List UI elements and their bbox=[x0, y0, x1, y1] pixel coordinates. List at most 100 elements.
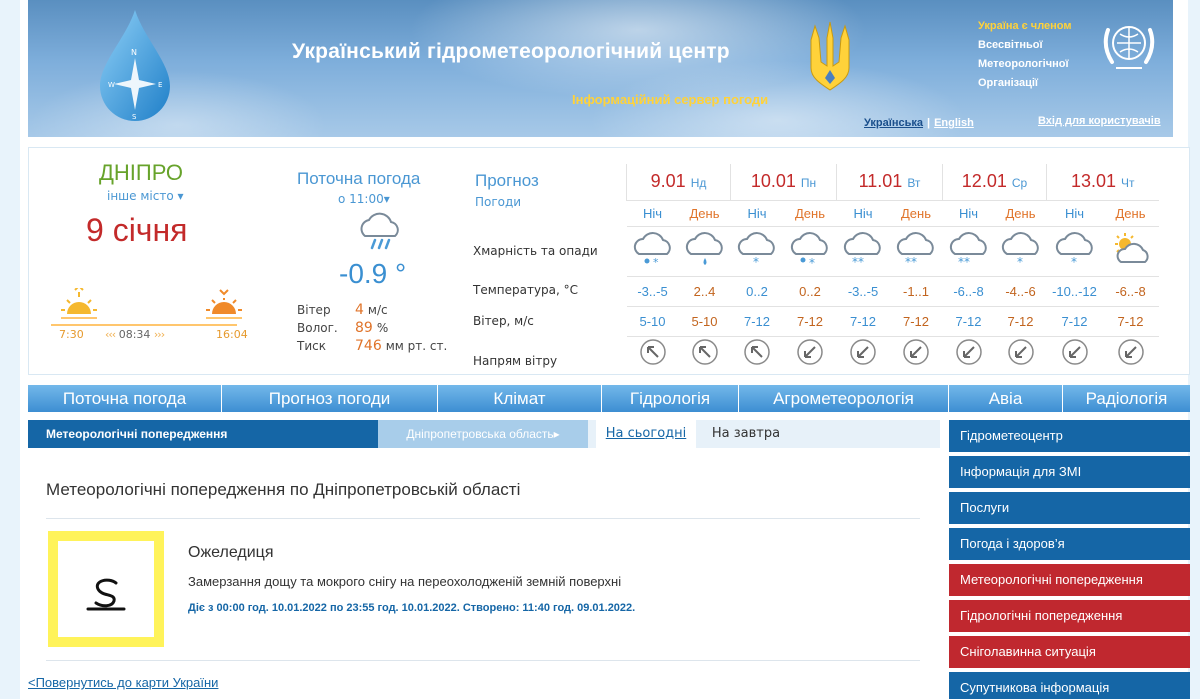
temp-night: -3..-5 bbox=[626, 276, 679, 307]
nav-radiology[interactable]: Радіологія bbox=[1063, 385, 1190, 412]
svg-text:*: * bbox=[653, 256, 659, 268]
side-menu-item-hydro-warnings[interactable]: Гідрологічні попередження bbox=[949, 600, 1190, 632]
svg-text:**: ** bbox=[958, 255, 970, 268]
back-to-map-link[interactable]: <Повернутись до карти України bbox=[28, 675, 218, 690]
sunrise-icon bbox=[61, 288, 97, 319]
day-length: ‹‹‹ 08:34 ››› bbox=[105, 328, 165, 341]
current-weather-title: Поточна погода bbox=[297, 169, 421, 188]
page-frame-left bbox=[0, 0, 20, 699]
nav-forecast[interactable]: Прогноз погоди bbox=[222, 385, 438, 412]
nav-climate[interactable]: Клімат bbox=[438, 385, 602, 412]
side-menu-item-satellite[interactable]: Супутникова інформація bbox=[949, 672, 1190, 699]
tab-meteo-warnings[interactable]: Метеорологічні попередження bbox=[28, 420, 378, 448]
forecast-day-header: 9.01 Нд bbox=[626, 164, 731, 201]
temp-day: -1..1 bbox=[889, 276, 943, 307]
header-banner: N W E S Український гідрометеорологічний… bbox=[28, 0, 1173, 137]
sunset-time: 16:04 bbox=[216, 328, 248, 341]
water-drop-logo-icon[interactable]: N W E S bbox=[96, 8, 174, 124]
weather-panel: ДНІПРО інше місто ▾ 9 січня 7:30 ‹‹‹ 08:… bbox=[28, 147, 1190, 375]
temp-day: -4..-6 bbox=[994, 276, 1047, 307]
wmo-logo-icon[interactable] bbox=[1096, 12, 1162, 78]
svg-text:*: * bbox=[753, 255, 759, 268]
side-menu-item-hydrometcenter[interactable]: Гідрометеоцентр bbox=[949, 420, 1190, 452]
day-label: День bbox=[678, 200, 731, 227]
wind-day: 7-12 bbox=[994, 306, 1047, 337]
cloud-sleet-icon: * bbox=[783, 226, 837, 277]
site-title: Український гідрометеорологічний центр bbox=[292, 40, 730, 63]
chevron-right-icon: ▸ bbox=[553, 427, 560, 441]
wind-day: 7-12 bbox=[783, 306, 837, 337]
forecast-day-header: 11.01 Вт bbox=[836, 164, 943, 201]
lang-english-link[interactable]: English bbox=[934, 117, 974, 129]
region-selector[interactable]: Дніпропетровська область▸ bbox=[378, 420, 588, 448]
current-time-dropdown[interactable]: о 11:00▾ bbox=[338, 192, 390, 206]
day-label: День bbox=[783, 200, 837, 227]
svg-text:*: * bbox=[809, 256, 815, 268]
nav-hydrology[interactable]: Гідрологія bbox=[602, 385, 739, 412]
cloud-rain-icon bbox=[678, 226, 731, 277]
forecast-title[interactable]: Прогноз bbox=[475, 171, 539, 191]
user-login-link[interactable]: Вхід для користувачів bbox=[1038, 115, 1161, 127]
chevron-down-icon: ▾ bbox=[383, 192, 390, 206]
wind-day: 7-12 bbox=[889, 306, 943, 337]
wind-night: 5-10 bbox=[626, 306, 679, 337]
lang-ukrainian-link[interactable]: Українська bbox=[864, 117, 923, 129]
language-switcher: Українська | English bbox=[864, 117, 974, 129]
night-label: Ніч bbox=[942, 200, 995, 227]
wind-direction-sw-icon bbox=[890, 336, 943, 372]
other-city-dropdown[interactable]: інше місто ▾ bbox=[107, 189, 184, 203]
nav-agrometeorology[interactable]: Агрометеорологія bbox=[739, 385, 949, 412]
site-subtitle: Інформаційний сервер погоди bbox=[572, 92, 769, 107]
main-navigation: Поточна погода Прогноз погоди Клімат Гід… bbox=[28, 385, 1190, 412]
svg-text:S: S bbox=[132, 113, 137, 121]
day-label: День bbox=[1102, 200, 1159, 227]
forecast-day-header: 10.01 Пн bbox=[730, 164, 837, 201]
warning-description: Замерзання дощу та мокрого снігу на пере… bbox=[188, 574, 622, 589]
side-menu-item-services[interactable]: Послуги bbox=[949, 492, 1190, 524]
day-label: День bbox=[889, 200, 943, 227]
svg-text:**: ** bbox=[905, 255, 917, 268]
night-label: Ніч bbox=[1046, 200, 1103, 227]
tab-tomorrow[interactable]: На завтра bbox=[700, 420, 792, 448]
cloud-snow-icon: * bbox=[1046, 226, 1103, 277]
temp-night: -6..-8 bbox=[942, 276, 995, 307]
wind-direction-sw-icon bbox=[943, 336, 995, 372]
side-menu-item-meteo-warnings[interactable]: Метеорологічні попередження bbox=[949, 564, 1190, 596]
cloud-rain-icon bbox=[360, 212, 399, 250]
side-menu-item-weather-health[interactable]: Погода і здоров’я bbox=[949, 528, 1190, 560]
nav-avia[interactable]: Авіа bbox=[949, 385, 1063, 412]
trident-coat-of-arms-icon bbox=[810, 21, 850, 91]
wmo-membership-text: Україна є членом Всесвітньої Метеорологі… bbox=[978, 20, 1072, 89]
side-menu-item-media[interactable]: Інформація для ЗМІ bbox=[949, 456, 1190, 488]
svg-text:W: W bbox=[108, 81, 115, 89]
cloud-snow-icon: * bbox=[994, 226, 1047, 277]
nav-current-weather[interactable]: Поточна погода bbox=[28, 385, 222, 412]
divider bbox=[46, 660, 920, 661]
current-params: Вітер 4 м/с Волог. 89% Тиск 746 мм рт. ст. bbox=[297, 302, 448, 354]
wind-direction-sw-icon bbox=[1103, 336, 1159, 372]
wind-direction-nw-icon bbox=[731, 336, 784, 372]
tab-today[interactable]: На сьогодні bbox=[596, 420, 696, 448]
wind-night: 7-12 bbox=[1046, 306, 1103, 337]
wind-day: 5-10 bbox=[678, 306, 731, 337]
day-label: День bbox=[994, 200, 1047, 227]
wind-night: 7-12 bbox=[836, 306, 890, 337]
temp-day: 0..2 bbox=[783, 276, 837, 307]
cloud-snow-icon: * bbox=[730, 226, 784, 277]
cloud-snow-icon: ** bbox=[836, 226, 890, 277]
temp-night: -3..-5 bbox=[836, 276, 890, 307]
sunset-icon bbox=[206, 289, 242, 319]
svg-text:*: * bbox=[1071, 255, 1077, 268]
sun-behind-cloud-icon bbox=[1102, 226, 1159, 277]
cloud-snow-icon: * bbox=[626, 226, 679, 277]
temp-night: 0..2 bbox=[730, 276, 784, 307]
svg-text:E: E bbox=[158, 81, 162, 89]
sunrise-time: 7:30 bbox=[59, 328, 84, 341]
glaze-ice-icon bbox=[86, 578, 126, 611]
warning-period: Діє з 00:00 год. 10.01.2022 по 23:55 год… bbox=[188, 602, 636, 614]
side-menu-item-avalanche[interactable]: Сніголавинна ситуація bbox=[949, 636, 1190, 668]
night-label: Ніч bbox=[730, 200, 784, 227]
wind-direction-nw-icon bbox=[679, 336, 731, 372]
wind-direction-sw-icon bbox=[784, 336, 837, 372]
night-label: Ніч bbox=[626, 200, 679, 227]
